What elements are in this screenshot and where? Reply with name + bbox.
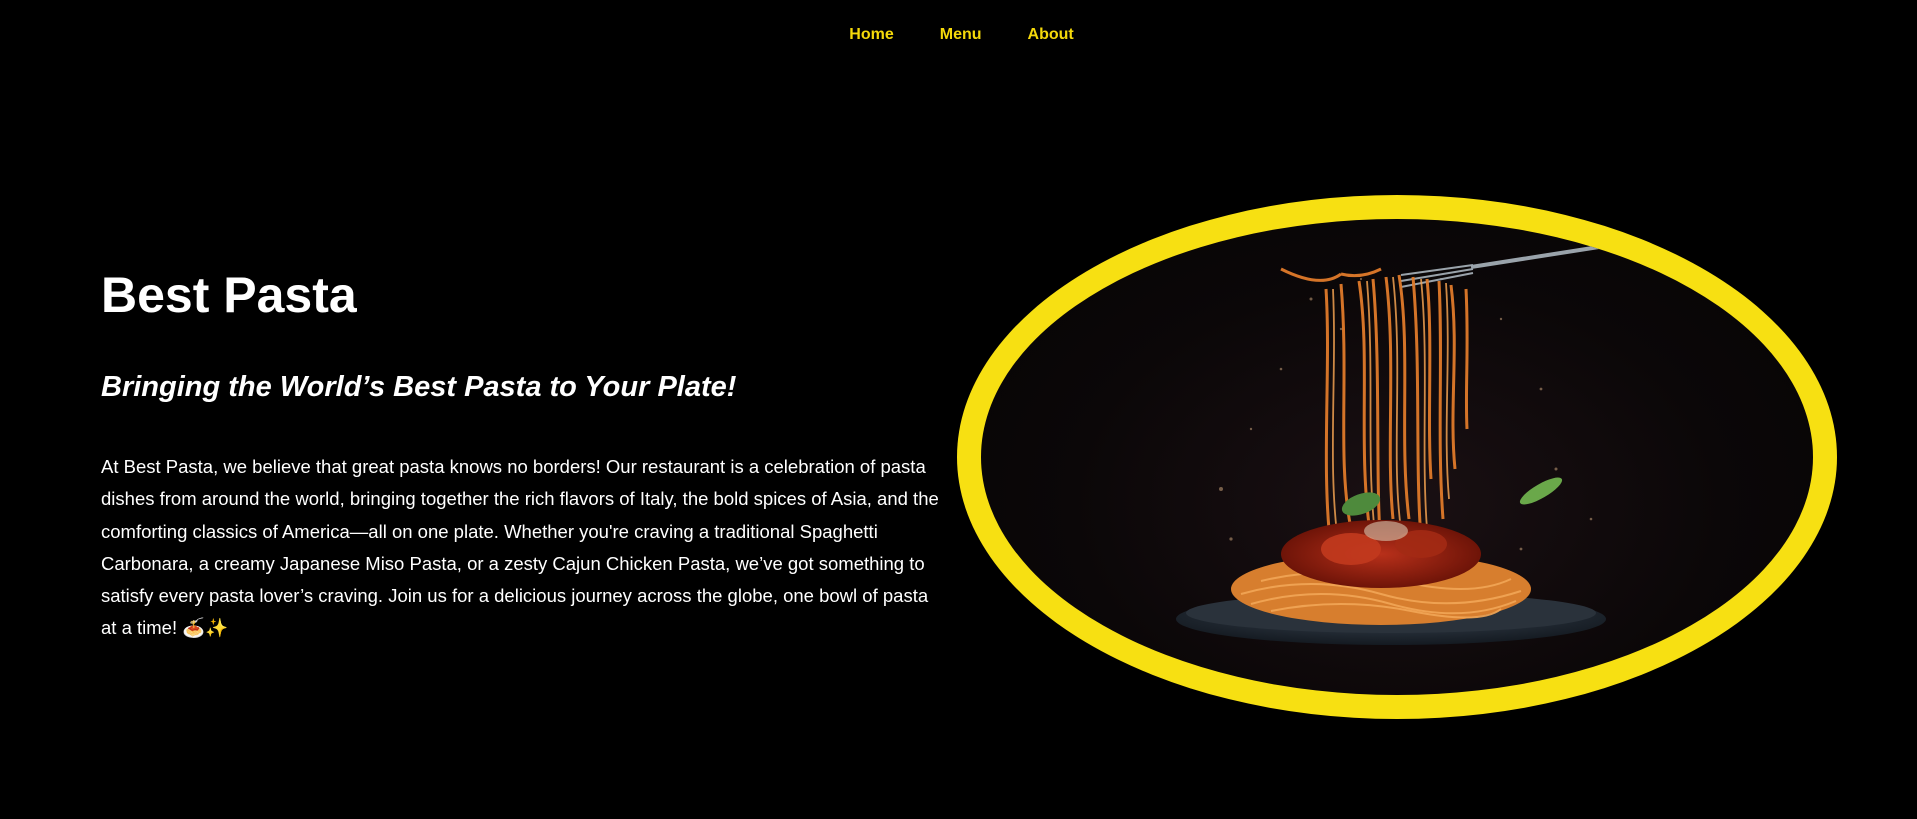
top-nav: Home Menu About <box>0 24 1917 46</box>
pasta-photo <box>981 219 1813 695</box>
pasta-illustration <box>1176 245 1606 645</box>
nav-link-menu[interactable]: Menu <box>940 24 982 46</box>
hero-image-frame <box>957 195 1837 719</box>
hero-tagline: Bringing the World’s Best Pasta to Your … <box>101 371 737 403</box>
nav-link-about[interactable]: About <box>1028 24 1074 46</box>
hero-title: Best Pasta <box>101 267 357 323</box>
hero-text: Best Pasta Bringing the World’s Best Pas… <box>101 262 941 645</box>
page: Home Menu About Best Pasta Bringing the … <box>0 0 1917 819</box>
fork <box>1400 245 1600 288</box>
hero-description: At Best Pasta, we believe that great pas… <box>101 456 939 639</box>
nav-link-home[interactable]: Home <box>849 24 893 46</box>
